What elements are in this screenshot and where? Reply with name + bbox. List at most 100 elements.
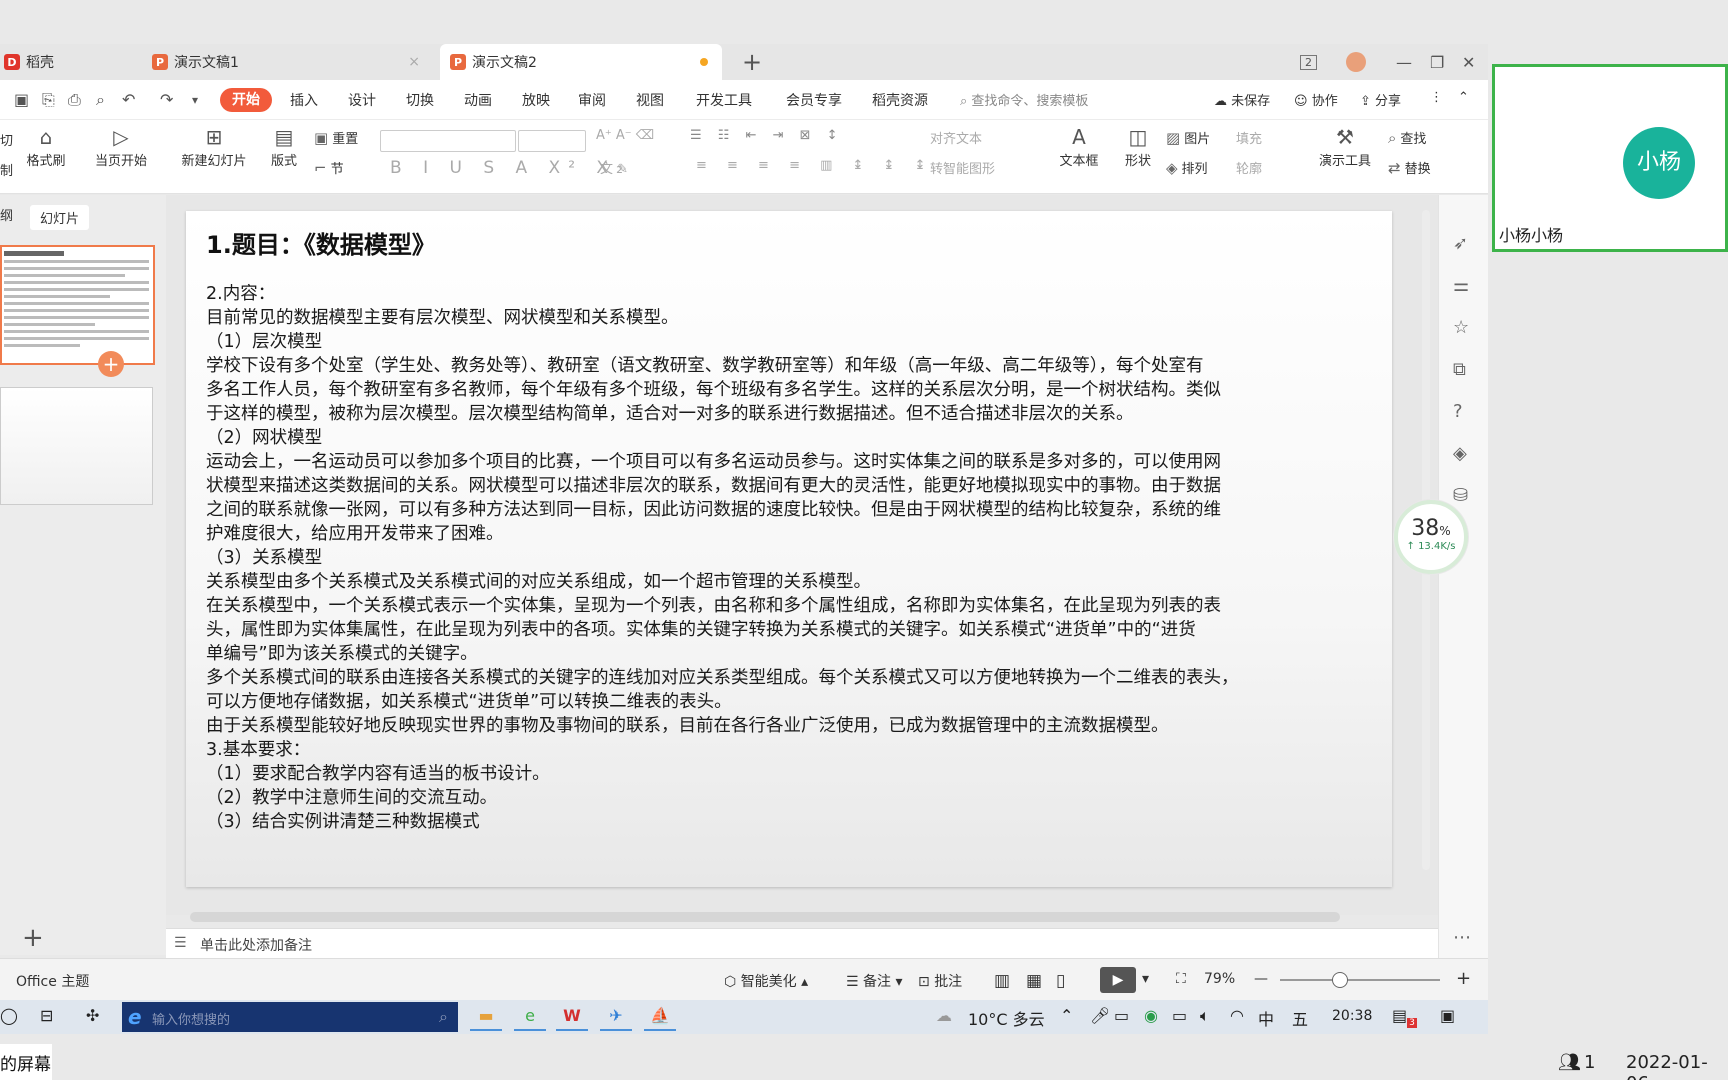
- zoom-level[interactable]: 79%: [1204, 971, 1235, 987]
- section-button[interactable]: ⌐ 节: [314, 158, 344, 178]
- tab-animation[interactable]: 动画: [464, 90, 492, 110]
- user-avatar-icon[interactable]: [1346, 44, 1366, 80]
- slide-title[interactable]: 1.题目：《数据模型》: [206, 225, 1376, 260]
- slides-icon[interactable]: ⧉: [1453, 359, 1466, 380]
- new-slide-button[interactable]: ⊞ 新建幻灯片: [172, 124, 256, 169]
- tab-slides[interactable]: 幻灯片: [30, 205, 90, 230]
- taskbar-search[interactable]: e 输入你想搜的 ⌕: [122, 1002, 458, 1032]
- star-icon[interactable]: ☆: [1453, 317, 1469, 338]
- save-icon[interactable]: ▣: [14, 90, 29, 109]
- cut-button[interactable]: 切: [0, 130, 13, 149]
- print-icon[interactable]: ⎙: [68, 90, 81, 110]
- comment-button[interactable]: ⊡ 批注: [918, 971, 962, 991]
- microphone-icon[interactable]: 🎤︎: [1090, 1006, 1110, 1025]
- copy-button[interactable]: 制: [0, 160, 13, 179]
- feishu-icon[interactable]: ✈: [600, 1003, 632, 1031]
- backup-icon[interactable]: ⛁: [1453, 485, 1468, 506]
- outline-button[interactable]: 轮廓: [1236, 158, 1262, 177]
- network-speed-widget[interactable]: 38% ↑ 13.4K/s: [1394, 500, 1468, 574]
- participants-icon[interactable]: 👥︎: [1558, 1052, 1581, 1073]
- fit-window-icon[interactable]: ⛶: [1176, 971, 1186, 987]
- file-explorer-icon[interactable]: ▬: [470, 1003, 502, 1031]
- tab-docer[interactable]: D 稻壳: [0, 44, 140, 80]
- share-button[interactable]: ⇪ 分享: [1360, 90, 1401, 109]
- beautify-button[interactable]: ⬡ 智能美化 ▴: [724, 971, 808, 991]
- volume-icon[interactable]: 🔈︎: [1200, 1006, 1210, 1026]
- replace-button[interactable]: ⇄ 替换: [1388, 158, 1431, 178]
- undo-icon[interactable]: ↶: [122, 90, 135, 109]
- tab-presentation-1[interactable]: P 演示文稿1 ×: [148, 44, 432, 80]
- smartart-button[interactable]: 转智能图形: [930, 158, 995, 177]
- add-slide-icon[interactable]: +: [98, 351, 124, 377]
- notes-pane[interactable]: ☰ 单击此处添加备注: [166, 928, 1438, 958]
- tab-design[interactable]: 设计: [348, 90, 376, 110]
- arrange-button[interactable]: ◈ 排列: [1166, 158, 1208, 178]
- slide[interactable]: 1.题目：《数据模型》 2.内容： 目前常见的数据模型主要有层次模型、网状模型和…: [186, 211, 1392, 887]
- restore-icon[interactable]: ❐: [1430, 44, 1444, 80]
- add-slide-button[interactable]: +: [22, 923, 44, 953]
- list-group[interactable]: ☰ ☷ ⇤ ⇥ ⊠ ↕: [690, 128, 844, 143]
- minimize-icon[interactable]: —: [1396, 44, 1412, 80]
- find-button[interactable]: ⌕ 查找: [1388, 128, 1426, 148]
- clock[interactable]: 20:38: [1332, 1008, 1372, 1024]
- notes-button[interactable]: ☰ 备注 ▾: [846, 971, 903, 991]
- layout-button[interactable]: ▤ 版式: [264, 124, 304, 169]
- paragraph-align-group[interactable]: ≡ ≡ ≡ ≡ ▥ ↨ ↨ ↨: [696, 158, 933, 173]
- slide-thumbnail-1[interactable]: [0, 245, 155, 365]
- chevron-up-icon[interactable]: ⌃: [1060, 1006, 1073, 1025]
- reset-button[interactable]: ▣ 重置: [314, 128, 358, 148]
- picture-button[interactable]: ▨ 图片: [1166, 128, 1210, 148]
- preview-icon[interactable]: ⌕: [96, 90, 105, 110]
- collapse-ribbon-icon[interactable]: ⌃: [1458, 90, 1469, 105]
- chevron-down-icon[interactable]: ▾: [1142, 971, 1149, 987]
- widgets-icon[interactable]: ⊟: [40, 1006, 53, 1025]
- grid-view-icon[interactable]: ▦: [1026, 971, 1042, 991]
- weather-label[interactable]: 10°C 多云: [968, 1006, 1045, 1030]
- ship-app-icon[interactable]: ⛵: [644, 1003, 676, 1031]
- fill-button[interactable]: 填充: [1236, 128, 1262, 147]
- slide-body[interactable]: 2.内容： 目前常见的数据模型主要有层次模型、网状模型和关系模型。 （1）层次模…: [206, 282, 1376, 834]
- tab-docer-resources[interactable]: 稻壳资源: [872, 90, 928, 110]
- play-from-current-button[interactable]: ▷ 当页开始: [86, 124, 156, 169]
- security-icon[interactable]: ◉: [1144, 1006, 1158, 1025]
- zoom-slider-handle[interactable]: [1332, 972, 1348, 988]
- horizontal-scrollbar[interactable]: [190, 912, 1340, 922]
- redo-icon[interactable]: ↷: [160, 90, 173, 109]
- command-search[interactable]: ⌕ 查找命令、搜索模板: [960, 90, 1088, 109]
- normal-view-icon[interactable]: ▥: [994, 971, 1010, 991]
- close-icon[interactable]: ×: [408, 54, 420, 70]
- tab-home[interactable]: 开始: [220, 88, 272, 112]
- action-center-icon[interactable]: ▣: [1440, 1006, 1455, 1025]
- more-icon[interactable]: ⋯: [1453, 927, 1471, 948]
- window-count-icon[interactable]: 2: [1300, 44, 1317, 80]
- format-painter-button[interactable]: ⌂ 格式刷: [24, 124, 68, 169]
- rocket-icon[interactable]: ➶: [1453, 233, 1468, 254]
- phonetic-icon[interactable]: 文 ✎: [600, 158, 628, 177]
- new-tab-button[interactable]: +: [742, 44, 762, 80]
- zoom-in-icon[interactable]: +: [1456, 968, 1471, 989]
- collab-button[interactable]: ☺ 协作: [1294, 90, 1338, 109]
- align-text-button[interactable]: 对齐文本: [930, 128, 982, 147]
- tab-view[interactable]: 视图: [636, 90, 664, 110]
- tab-slideshow[interactable]: 放映: [522, 90, 550, 110]
- font-size-select[interactable]: [518, 130, 586, 152]
- task-view-icon[interactable]: ◯: [0, 1006, 18, 1025]
- present-tools-button[interactable]: ⚒ 演示工具: [1310, 124, 1380, 169]
- sliders-icon[interactable]: ⚌: [1453, 275, 1469, 296]
- tab-member[interactable]: 会员专享: [786, 90, 842, 110]
- compass-icon[interactable]: ◈: [1453, 443, 1467, 464]
- help-icon[interactable]: ?: [1453, 401, 1463, 422]
- reading-view-icon[interactable]: ▯: [1056, 971, 1065, 991]
- tab-developer[interactable]: 开发工具: [696, 90, 752, 110]
- notification-app-icon[interactable]: ▤ 3: [1392, 1006, 1417, 1028]
- textbox-button[interactable]: A 文本框: [1052, 124, 1106, 169]
- document-icon[interactable]: ▭: [1114, 1006, 1129, 1025]
- ime-chinese[interactable]: 中: [1258, 1006, 1274, 1030]
- export-icon[interactable]: ⎘: [42, 90, 55, 110]
- ime-wubi[interactable]: 五: [1292, 1006, 1308, 1030]
- tab-insert[interactable]: 插入: [290, 90, 318, 110]
- browser-icon[interactable]: e: [514, 1003, 546, 1031]
- font-style-group[interactable]: B I U S A X² X₂: [390, 158, 631, 178]
- more-icon[interactable]: ⋮: [1430, 90, 1443, 105]
- pinwheel-icon[interactable]: ✣: [86, 1006, 99, 1025]
